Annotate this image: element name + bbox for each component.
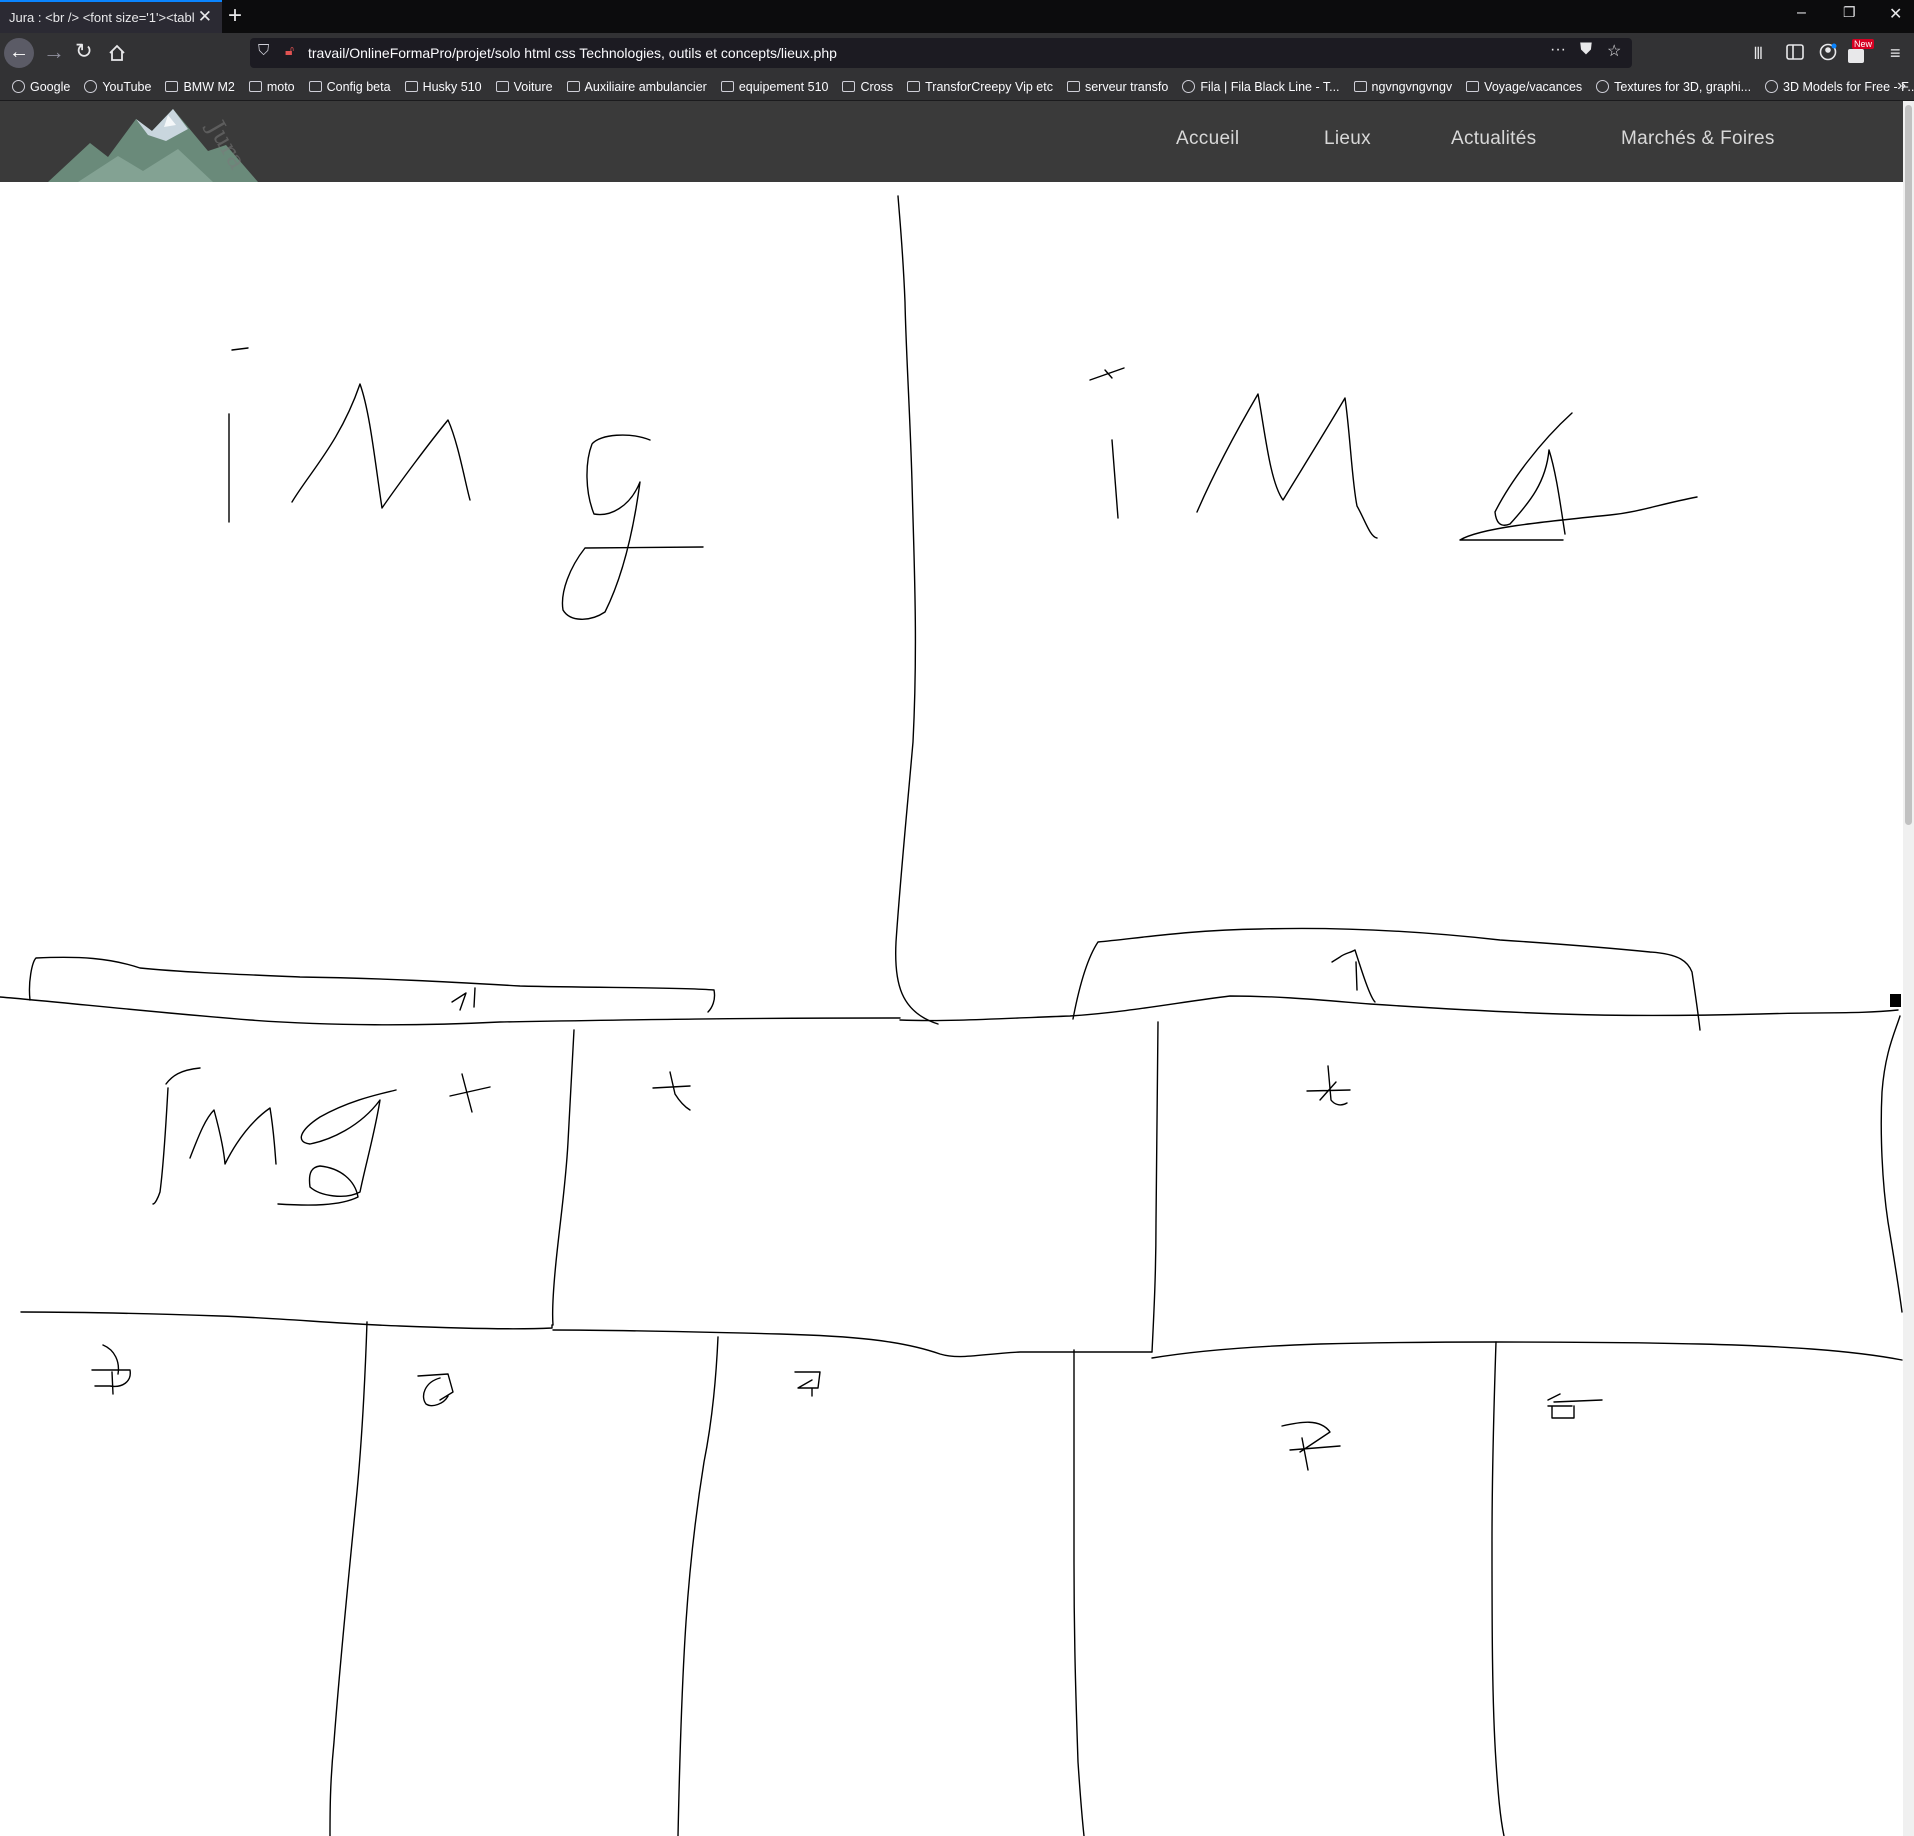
folder-icon bbox=[165, 81, 179, 92]
bookmark-item[interactable]: ngvngvngvngv bbox=[1353, 79, 1453, 94]
sketch-caption-2 bbox=[899, 927, 1901, 1031]
nav-lieux[interactable]: Lieux bbox=[1324, 128, 1371, 150]
bookmark-item[interactable]: BMW M2 bbox=[165, 79, 235, 94]
bookmark-item[interactable]: YouTube bbox=[84, 80, 151, 94]
bookmarks-overflow-button[interactable]: » bbox=[1897, 77, 1906, 95]
extension-new-icon[interactable]: New bbox=[1848, 39, 1875, 65]
more-actions-icon[interactable]: ··· bbox=[1550, 41, 1566, 59]
bookmarks-toolbar: Google YouTube BMW M2 moto Config beta Husky … bbox=[0, 73, 1914, 101]
folder-icon bbox=[495, 81, 509, 92]
pocket-icon[interactable]: ⛊ bbox=[1580, 41, 1592, 59]
globe-icon bbox=[1765, 80, 1779, 93]
tab-title: Jura : <br /> <font size='1'><table bbox=[9, 10, 194, 25]
bookmark-label: Husky 510 bbox=[422, 79, 482, 94]
shield-icon[interactable]: ⛉ bbox=[258, 42, 269, 59]
bookmark-item[interactable]: moto bbox=[248, 79, 295, 94]
bookmark-item[interactable]: Husky 510 bbox=[404, 79, 482, 94]
url-text[interactable]: travail/OnlineFormaPro/projet/solo html … bbox=[308, 45, 837, 61]
scrollbar-thumb[interactable] bbox=[1905, 105, 1912, 825]
sketch-caption-1 bbox=[0, 956, 901, 1026]
account-icon[interactable] bbox=[1819, 43, 1837, 61]
sidebar-icon[interactable] bbox=[1786, 44, 1804, 60]
page-scrollbar[interactable] bbox=[1903, 101, 1914, 1836]
sketch-row-2 bbox=[20, 1015, 1903, 1361]
restore-window-button[interactable]: ❐ bbox=[1843, 4, 1856, 21]
folder-icon bbox=[907, 81, 921, 92]
nav-marches-foires[interactable]: Marchés & Foires bbox=[1621, 128, 1775, 150]
bookmark-label: moto bbox=[266, 79, 295, 94]
new-badge: New bbox=[1852, 39, 1875, 49]
bookmark-label: serveur transfo bbox=[1084, 79, 1169, 94]
bookmark-label: Fila | Fila Black Line - T... bbox=[1200, 79, 1340, 94]
bookmark-item[interactable]: equipement 510 bbox=[720, 79, 829, 94]
folder-icon bbox=[404, 81, 418, 92]
bookmark-item[interactable]: Textures for 3D, graphi... bbox=[1596, 80, 1751, 94]
sketch-img-2 bbox=[1089, 367, 1698, 541]
globe-icon bbox=[1596, 80, 1610, 93]
browser-tab-active[interactable]: Jura : <br /> <font size='1'><table ✕ bbox=[0, 0, 222, 33]
arrow-left-icon: ← bbox=[9, 41, 29, 63]
close-tab-icon[interactable]: ✕ bbox=[198, 7, 212, 27]
globe-icon bbox=[84, 80, 98, 93]
globe-icon bbox=[12, 80, 25, 93]
bookmark-label: 3D Models for Free - F... bbox=[1783, 79, 1914, 94]
bookmark-item[interactable]: serveur transfo bbox=[1066, 79, 1169, 94]
browser-toolbar: ← → ↻ ⛉ 🔓︎ travail/OnlineFormaPro/projet… bbox=[0, 33, 1914, 73]
bookmark-label: BMW M2 bbox=[183, 79, 235, 94]
site-logo[interactable]: Jura bbox=[48, 101, 258, 182]
back-button[interactable]: ← bbox=[4, 38, 34, 68]
folder-icon bbox=[566, 81, 580, 92]
folder-icon bbox=[842, 81, 856, 92]
home-button[interactable] bbox=[107, 43, 127, 63]
bookmark-label: Auxiliaire ambulancier bbox=[584, 79, 707, 94]
folder-icon bbox=[1353, 81, 1367, 92]
close-window-button[interactable]: ✕ bbox=[1889, 4, 1902, 24]
bookmark-label: YouTube bbox=[102, 79, 152, 94]
globe-icon bbox=[1182, 80, 1196, 93]
new-tab-button[interactable]: + bbox=[228, 2, 242, 30]
folder-icon bbox=[308, 81, 322, 92]
reload-button[interactable]: ↻ bbox=[75, 40, 93, 64]
folder-icon bbox=[1466, 81, 1480, 92]
folder-icon bbox=[248, 81, 262, 92]
sketch-row-3 bbox=[91, 1321, 1603, 1836]
bookmark-item[interactable]: 3D Models for Free - F... bbox=[1765, 80, 1914, 94]
bookmark-item[interactable]: Google bbox=[12, 80, 70, 94]
sketch-resize-mark bbox=[1890, 994, 1901, 1007]
bookmark-item[interactable]: Voyage/vacances bbox=[1466, 80, 1582, 94]
bookmark-item[interactable]: Auxiliaire ambulancier bbox=[566, 79, 707, 94]
folder-icon bbox=[1066, 81, 1080, 92]
bookmark-item[interactable]: Cross bbox=[842, 80, 893, 94]
sketch-img-1 bbox=[228, 347, 704, 620]
bookmark-star-icon[interactable]: ☆ bbox=[1607, 41, 1621, 61]
site-header: Jura Accueil Lieux Actualités Marchés & … bbox=[0, 101, 1903, 182]
bookmark-label: Voiture bbox=[513, 79, 553, 94]
browser-tab-bar: Jura : <br /> <font size='1'><table ✕ + … bbox=[0, 0, 1914, 33]
bookmark-item[interactable]: Config beta bbox=[308, 79, 391, 94]
folder-icon bbox=[720, 81, 734, 92]
insecure-lock-icon[interactable]: 🔓︎ bbox=[285, 42, 294, 59]
sketch-divider-top bbox=[894, 195, 939, 1025]
bookmark-item[interactable]: Fila | Fila Black Line - T... bbox=[1182, 79, 1340, 94]
bookmark-item[interactable]: TransforCreepy Vip etc bbox=[907, 80, 1053, 94]
hamburger-menu-icon[interactable]: ≡ bbox=[1890, 41, 1901, 65]
bookmark-label: equipement 510 bbox=[738, 79, 829, 94]
bookmark-label: Google bbox=[30, 79, 71, 94]
nav-actualites[interactable]: Actualités bbox=[1451, 128, 1536, 150]
bookmark-label: Config beta bbox=[326, 79, 391, 94]
bookmark-label: ngvngvngvngv bbox=[1371, 79, 1453, 94]
forward-button[interactable]: → bbox=[43, 40, 65, 64]
bookmark-label: Cross bbox=[860, 79, 894, 94]
nav-accueil[interactable]: Accueil bbox=[1176, 128, 1239, 150]
minimize-window-button[interactable]: – bbox=[1797, 4, 1806, 22]
address-bar[interactable]: ⛉ 🔓︎ travail/OnlineFormaPro/projet/solo … bbox=[250, 38, 1632, 68]
bookmark-label: TransforCreepy Vip etc bbox=[925, 79, 1053, 94]
wireframe-sketch bbox=[0, 195, 1903, 1836]
bookmark-label: Voyage/vacances bbox=[1484, 79, 1583, 94]
bookmark-label: Textures for 3D, graphi... bbox=[1614, 79, 1752, 94]
library-icon[interactable]: 𝍫 bbox=[1754, 42, 1763, 66]
bookmark-item[interactable]: Voiture bbox=[495, 79, 553, 94]
